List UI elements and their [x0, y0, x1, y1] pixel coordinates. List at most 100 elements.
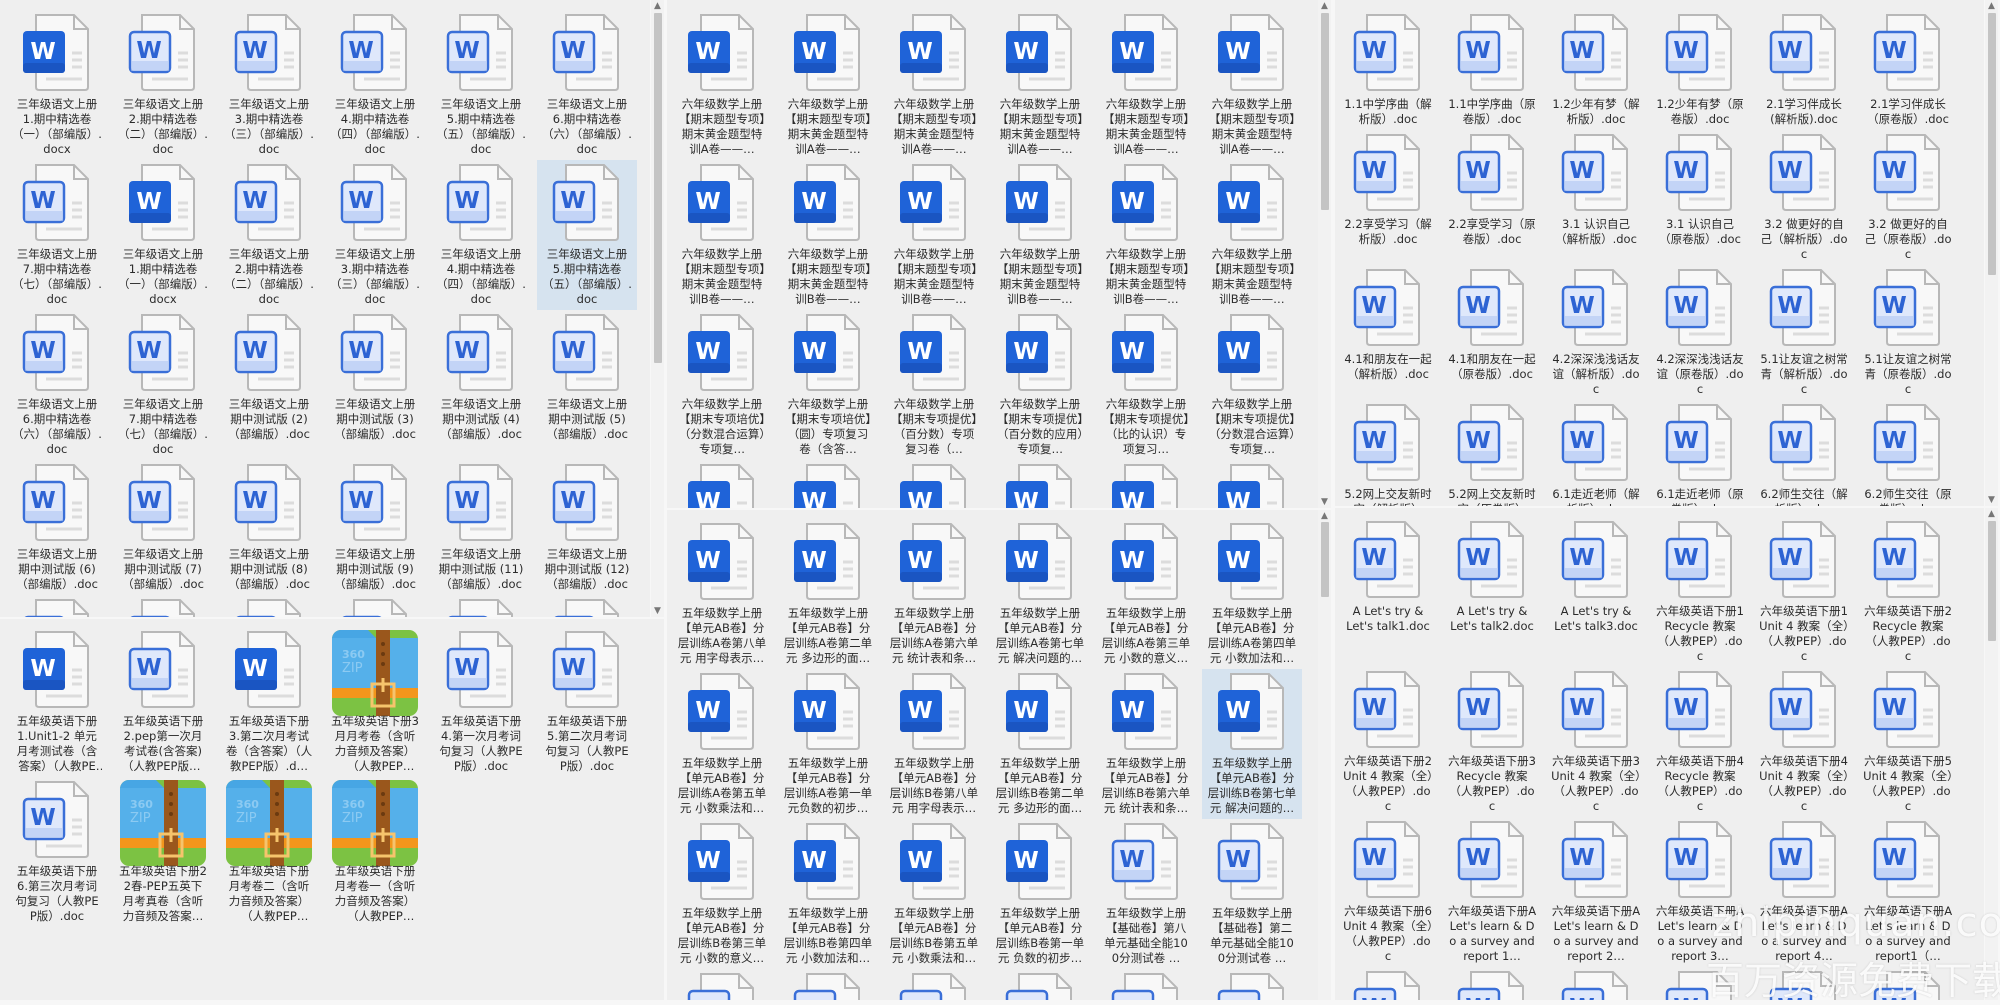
word-file-item[interactable]: W 3.2 做更好的自己（解析版）.doc — [1754, 130, 1854, 265]
word-file-item[interactable]: W 6.2师生交往（原卷版）.doc — [1858, 400, 1958, 506]
scroll-up-icon[interactable]: ▲ — [1318, 510, 1331, 522]
word-file-item[interactable]: W 六年级英语下册1 Unit 4 教案（全）（人教PEP）.doc — [1754, 517, 1854, 667]
word-file-item[interactable]: W 4.1和朋友在一起（解析版）.doc — [1338, 265, 1438, 400]
word-file-item[interactable]: W A Let's try & Let's talk1.doc — [1338, 517, 1438, 667]
word-file-item[interactable]: W 3.2 做更好的自己（原卷版）.doc — [1858, 130, 1958, 265]
word-file-item[interactable]: W 三年级语文上册6.期中精选卷（六）（部编版）.doc — [537, 10, 637, 160]
word-file-item[interactable]: W 六年级数学上册【期末专项培优】（分数混合运算）专项复… — [672, 310, 772, 460]
word-file-item[interactable]: W 五年级数学上册【单元AB卷】分层训练B卷第六单元 统计表和条… — [1096, 669, 1196, 819]
scroll-down-icon[interactable]: ▼ — [1985, 494, 1998, 506]
word-file-item[interactable]: W — [884, 460, 984, 508]
word-file-item[interactable]: W 五年级数学上册【基础卷】第八单元基础全能100分测试卷 … — [1096, 819, 1196, 969]
word-file-item[interactable]: W — [431, 595, 531, 617]
word-file-item[interactable]: W 三年级语文上册1.期中精选卷（一）（部编版）.docx — [7, 10, 107, 160]
word-file-item[interactable]: W — [672, 460, 772, 508]
word-file-item[interactable]: W — [990, 969, 1090, 1000]
word-file-item[interactable]: W 五年级数学上册【单元AB卷】分层训练A卷第一单元负数的初步… — [778, 669, 878, 819]
word-file-item[interactable]: W 六年级数学上册【期末题型专项】期末黄金题型特训B卷——… — [990, 160, 1090, 310]
word-file-item[interactable]: W 五年级数学上册【单元AB卷】分层训练A卷第三单元 小数的意义… — [1096, 519, 1196, 669]
word-file-item[interactable]: W 五年级数学上册【单元AB卷】分层训练A卷第八单元 用字母表示… — [672, 519, 772, 669]
word-file-item[interactable]: W — [778, 460, 878, 508]
zip-file-item[interactable]: 360ZIP五年级英语下册3月月考卷（含听力音频及答案）（人教PEP版）… — [325, 627, 425, 777]
word-file-item[interactable]: W — [778, 969, 878, 1000]
word-file-item[interactable]: W 六年级数学上册【期末题型专项】期末黄金题型特训A卷——… — [672, 10, 772, 160]
word-file-item[interactable]: W 三年级语文上册2.期中精选卷（二）（部编版）.doc — [113, 10, 213, 160]
scroll-up-icon[interactable]: ▲ — [1318, 0, 1331, 12]
word-file-item[interactable]: W A Let's try & Let's talk2.doc — [1442, 517, 1542, 667]
word-file-item[interactable]: W 2.2享受学习（原卷版）.doc — [1442, 130, 1542, 265]
word-file-item[interactable]: W 六年级数学上册【期末题型专项】期末黄金题型特训A卷——… — [1202, 10, 1302, 160]
word-file-item[interactable]: W 三年级语文上册期中测试版 (12)（部编版）.doc — [537, 460, 637, 595]
word-file-item[interactable]: W 三年级语文上册7.期中精选卷（七）（部编版）.doc — [113, 310, 213, 460]
word-file-item[interactable]: W 4.1和朋友在一起（原卷版）.doc — [1442, 265, 1542, 400]
word-file-item[interactable]: W 六年级数学上册【期末题型专项】期末黄金题型特训B卷——… — [778, 160, 878, 310]
word-file-item[interactable]: W 5.1让友谊之树常青（原卷版）.doc — [1858, 265, 1958, 400]
word-file-item[interactable]: W 三年级语文上册3.期中精选卷（三）（部编版）.doc — [325, 160, 425, 310]
zip-file-item[interactable]: 360 ZIP 五年级英语下册22春-PEP五英下月考真卷（含听力音频及答案… — [113, 777, 213, 927]
word-file-item[interactable]: W 五年级数学上册【单元AB卷】分层训练A卷第四单元 小数加法和… — [1202, 519, 1302, 669]
word-file-item[interactable]: W 5.2网上交友新时空（原卷版） — [1442, 400, 1542, 506]
word-file-item[interactable]: W 五年级数学上册【单元AB卷】分层训练B卷第五单元 小数乘法和… — [884, 819, 984, 969]
word-file-item[interactable]: W 五年级数学上册【单元AB卷】分层训练B卷第七单元 解决问题的… — [1202, 669, 1302, 819]
word-file-item[interactable]: W 五年级数学上册【单元AB卷】分层训练A卷第六单元 统计表和条… — [884, 519, 984, 669]
word-file-item[interactable]: W 五年级英语下册6.第三次月考词句复习（人教PEP版）.doc — [7, 777, 107, 927]
word-file-item[interactable]: W 六年级数学上册【期末题型专项】期末黄金题型特训B卷——… — [1202, 160, 1302, 310]
word-file-item[interactable]: W 三年级语文上册1.期中精选卷（一）（部编版）.docx — [113, 160, 213, 310]
word-file-item[interactable]: W 六年级数学上册【期末专项提优】（比的认识）专项复习… — [1096, 310, 1196, 460]
word-file-item[interactable]: W 六年级英语下册A Let's learn & Do a survey and … — [1546, 817, 1646, 967]
word-file-item[interactable]: W 4.2深深浅浅话友谊（原卷版）.doc — [1650, 265, 1750, 400]
word-file-item[interactable]: W 五年级数学上册【单元AB卷】分层训练B卷第三单元 小数的意义… — [672, 819, 772, 969]
word-file-item[interactable]: W 6.1走近老师（解析版）.doc — [1546, 400, 1646, 506]
word-file-item[interactable]: W 五年级数学上册【单元AB卷】分层训练A卷第二单元 多边形的面… — [778, 519, 878, 669]
word-file-item[interactable]: W — [1096, 460, 1196, 508]
scrollbar-thumb[interactable] — [1988, 13, 1996, 275]
word-file-item[interactable]: W 五年级数学上册【单元AB卷】分层训练B卷第四单元 小数加法和… — [778, 819, 878, 969]
word-file-item[interactable]: W 六年级英语下册3 Unit 4 教案（全）（人教PEP）.doc — [1546, 667, 1646, 817]
word-file-item[interactable]: W — [113, 595, 213, 617]
word-file-item[interactable]: W 三年级语文上册期中测试版 (2)（部编版）.doc — [219, 310, 319, 460]
word-file-item[interactable]: W 六年级数学上册【期末题型专项】期末黄金题型特训A卷——… — [884, 10, 984, 160]
zip-file-item[interactable]: 360ZIP五年级英语下册月考卷一（含听力音频及答案）（人教PEP版）… — [325, 777, 425, 927]
scrollbar[interactable]: ▲ ▼ — [1985, 0, 1998, 506]
word-file-item[interactable]: W 1.1中学序曲（解析版）.doc — [1338, 10, 1438, 130]
scrollbar[interactable]: ▲ ▼ — [651, 0, 664, 617]
word-file-item[interactable]: W 五年级英语下册3.第二次月考试卷（含答案）（人教PEP版）.d… — [219, 627, 319, 777]
word-file-item[interactable]: W — [219, 595, 319, 617]
word-file-item[interactable]: W 2.2享受学习（解析版）.doc — [1338, 130, 1438, 265]
word-file-item[interactable]: W 六年级数学上册【期末专项提优】（百分数的应用）专项复… — [990, 310, 1090, 460]
word-file-item[interactable]: W 六年级数学上册【期末题型专项】期末黄金题型特训A卷——… — [990, 10, 1090, 160]
word-file-item[interactable]: W 6.1走近老师（原卷版）.doc — [1650, 400, 1750, 506]
word-file-item[interactable]: W — [1202, 460, 1302, 508]
word-file-item[interactable]: W 4.2深深浅浅话友谊（解析版）.doc — [1546, 265, 1646, 400]
word-file-item[interactable]: W 六年级数学上册【期末专项培优】（圆）专项复习卷（含答… — [778, 310, 878, 460]
scrollbar-thumb[interactable] — [1988, 521, 1996, 641]
word-file-item[interactable]: W 五年级英语下册1.Unit1-2 单元月考测试卷（含答案）（人教PEP… — [7, 627, 107, 777]
scroll-up-icon[interactable]: ▲ — [1985, 0, 1998, 12]
word-file-item[interactable]: W 六年级数学上册【期末专项提优】（分数混合运算）专项复… — [1202, 310, 1302, 460]
word-file-item[interactable]: W 五年级数学上册【单元AB卷】分层训练B卷第八单元 用字母表示… — [884, 669, 984, 819]
word-file-item[interactable]: W 五年级数学上册【单元AB卷】分层训练B卷第一单元 负数的初步… — [990, 819, 1090, 969]
word-file-item[interactable]: W 五年级数学上册【单元AB卷】分层训练A卷第七单元 解决问题的… — [990, 519, 1090, 669]
scrollbar-thumb[interactable] — [1321, 13, 1329, 210]
scroll-up-icon[interactable]: ▲ — [651, 0, 664, 12]
word-file-item[interactable]: W 六年级数学上册【期末题型专项】期末黄金题型特训B卷——… — [1096, 160, 1196, 310]
word-file-item[interactable]: W A Let's try & Let's talk3.doc — [1546, 517, 1646, 667]
word-file-item[interactable]: W 六年级英语下册4 Unit 4 教案（全）（人教PEP）.doc — [1754, 667, 1854, 817]
word-file-item[interactable]: W 三年级语文上册5.期中精选卷（五）（部编版）.doc — [537, 160, 637, 310]
word-file-item[interactable]: W 六年级数学上册【期末题型专项】期末黄金题型特训A卷——… — [778, 10, 878, 160]
word-file-item[interactable]: W 五年级英语下册4.第一次月考词句复习（人教PEP版）.doc — [431, 627, 531, 777]
word-file-item[interactable]: W — [537, 595, 637, 617]
word-file-item[interactable]: W 三年级语文上册期中测试版 (8)（部编版）.doc — [219, 460, 319, 595]
word-file-item[interactable]: W 五年级英语下册5.第二次月考词句复习（人教PEP版）.doc — [537, 627, 637, 777]
word-file-item[interactable]: W 五年级数学上册【单元AB卷】分层训练A卷第五单元 小数乘法和… — [672, 669, 772, 819]
word-file-item[interactable]: W 三年级语文上册期中测试版 (3)（部编版）.doc — [325, 310, 425, 460]
word-file-item[interactable]: W 六年级数学上册【期末题型专项】期末黄金题型特训B卷——… — [884, 160, 984, 310]
scrollbar[interactable]: ▲ ▼ — [1318, 0, 1331, 508]
word-file-item[interactable]: W 六年级英语下册6 Unit 4 教案（全）（人教PEP）.doc — [1338, 817, 1438, 967]
word-file-item[interactable]: W 六年级英语下册3 Recycle 教案（人教PEP）.doc — [1442, 667, 1542, 817]
word-file-item[interactable]: W — [672, 969, 772, 1000]
word-file-item[interactable]: W 三年级语文上册6.期中精选卷（六）（部编版）.doc — [7, 310, 107, 460]
word-file-item[interactable]: W — [884, 969, 984, 1000]
word-file-item[interactable]: W 六年级英语下册4 Recycle 教案（人教PEP）.doc — [1650, 667, 1750, 817]
word-file-item[interactable]: W — [1202, 969, 1302, 1000]
